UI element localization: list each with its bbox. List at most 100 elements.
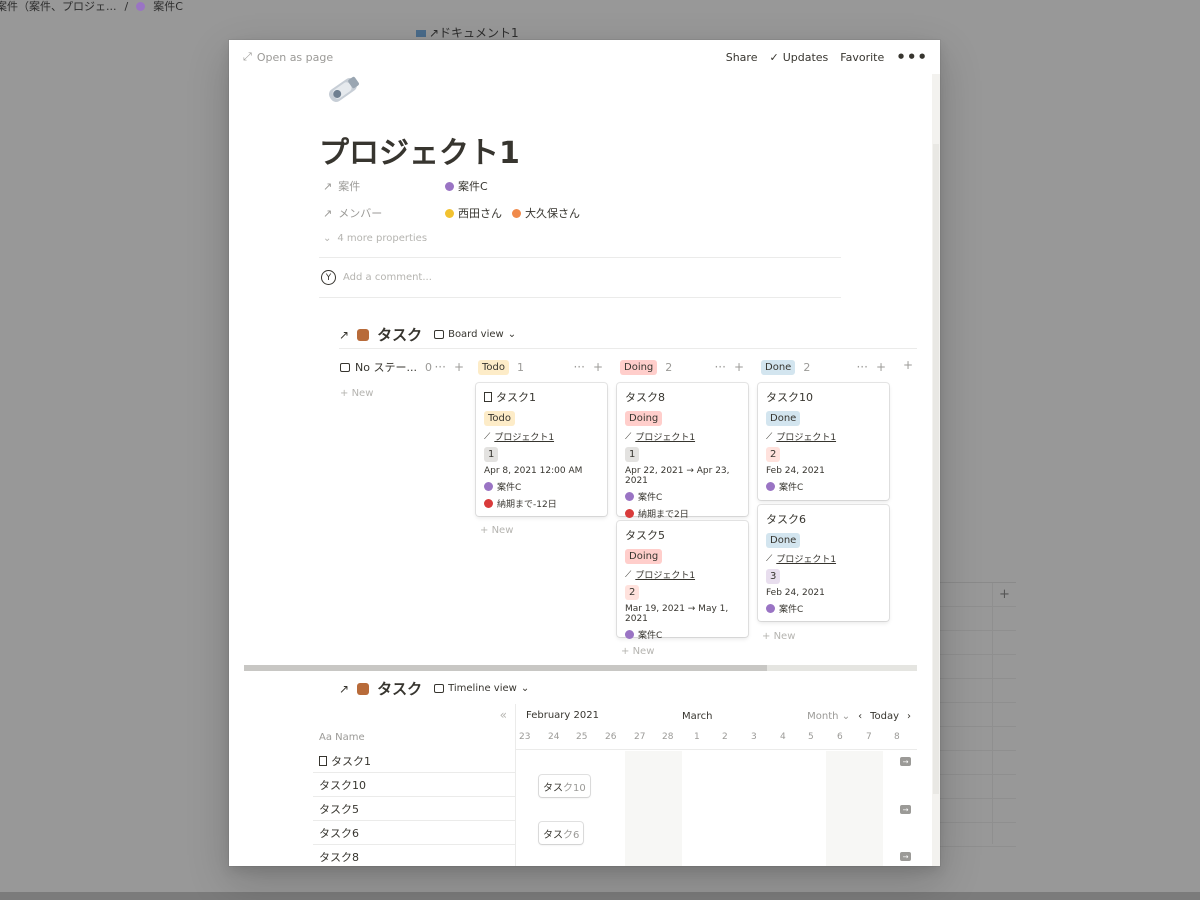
scroll-to-item-icon[interactable]: →: [900, 757, 911, 766]
modal-scrollbar[interactable]: [932, 74, 940, 866]
board-card[interactable]: タスク8 Doing ⟋ プロジェクト1 1 Apr 22, 2021 → Apr…: [617, 383, 748, 520]
project-link[interactable]: プロジェクト1: [494, 430, 554, 443]
board-card[interactable]: タスク5 Doing ⟋ プロジェクト1 2 Mar 19, 2021 → May…: [617, 521, 748, 641]
day-label: 25: [576, 732, 588, 742]
page-peek-modal: ⤢ Open as page Share ✓ Updates Favorite …: [229, 40, 940, 866]
column-add-icon[interactable]: +: [454, 360, 464, 374]
column-more-icon[interactable]: ···: [573, 360, 584, 374]
scroll-to-item-icon[interactable]: →: [900, 805, 911, 814]
timeline-table-panel: « Aa Name タスク1 タスク10 タスク5 タスク6 タスク8: [313, 704, 516, 866]
column-more-icon[interactable]: ···: [714, 360, 725, 374]
column-more-icon[interactable]: ···: [856, 360, 867, 374]
share-button[interactable]: Share: [726, 51, 758, 64]
more-options-icon[interactable]: •••: [896, 48, 928, 66]
expand-icon: ⤢: [243, 50, 252, 63]
relation-value[interactable]: 案件C: [445, 178, 488, 194]
day-label: 8: [894, 732, 900, 742]
updates-button[interactable]: ✓ Updates: [769, 51, 828, 64]
day-label: 4: [780, 732, 786, 742]
divider: [319, 297, 841, 298]
next-icon[interactable]: ›: [907, 711, 911, 722]
board-card[interactable]: タスク1 Todo ⟋ プロジェクト1 1 Apr 8, 2021 12:00 A…: [476, 383, 607, 516]
board-card[interactable]: タスク6 Done ⟋ プロジェクト1 3 Feb 24, 2021 案件C: [758, 505, 889, 621]
board-horizontal-scrollbar[interactable]: [244, 665, 917, 671]
timeline-bar[interactable]: タス ク10: [539, 775, 590, 797]
status-badge: Doing: [625, 549, 663, 564]
chevron-down-icon: ⌄: [323, 233, 332, 244]
new-card-button[interactable]: + New: [340, 388, 373, 399]
database-title[interactable]: タスク: [377, 678, 422, 699]
board-card[interactable]: タスク10 Done ⟋ プロジェクト1 2 Feb 24, 2021 案件C: [758, 383, 889, 500]
page-rocket-icon[interactable]: [321, 72, 367, 104]
timeline-row[interactable]: タスク6: [313, 821, 516, 845]
open-as-page-button[interactable]: ⤢ Open as page: [243, 50, 333, 64]
month-label: March: [682, 711, 713, 722]
timeline-row[interactable]: タスク5: [313, 797, 516, 821]
database-title[interactable]: タスク: [377, 324, 422, 345]
column-more-icon[interactable]: ···: [434, 360, 445, 374]
case-link[interactable]: 案件C: [779, 602, 803, 615]
timeline-row[interactable]: タスク1: [313, 749, 516, 773]
timeline-database-header: ↗ タスク Timeline view ⌄: [339, 678, 529, 699]
divider: [319, 257, 841, 258]
scroll-to-item-icon[interactable]: →: [900, 852, 911, 861]
column-add-icon[interactable]: +: [876, 360, 886, 374]
case-link[interactable]: 案件C: [497, 480, 521, 493]
day-label: 23: [519, 732, 531, 742]
column-add-icon[interactable]: +: [734, 360, 744, 374]
view-switcher[interactable]: Board view ⌄: [434, 329, 516, 340]
property-name: メンバー: [338, 207, 383, 220]
timeline-row[interactable]: タスク10: [313, 773, 516, 797]
case-link[interactable]: 案件C: [638, 490, 662, 503]
chevron-down-icon: ⌄: [507, 329, 517, 340]
scale-select[interactable]: Month ⌄: [807, 711, 850, 722]
crystal-ball-icon: [625, 492, 634, 501]
status-badge: Doing: [620, 359, 658, 375]
member-value[interactable]: 西田さん: [445, 205, 502, 221]
timeline-row[interactable]: タスク8: [313, 845, 516, 866]
breadcrumb-item: 案件C: [153, 0, 183, 13]
alarm-icon: [484, 499, 493, 508]
view-switcher[interactable]: Timeline view ⌄: [434, 683, 529, 694]
new-card-button[interactable]: + New: [621, 646, 654, 657]
property-row-case[interactable]: ↗ 案件 案件C: [323, 178, 488, 194]
breadcrumb-item: 案件（案件、プロジェ...: [0, 0, 117, 13]
horse-icon: [357, 328, 370, 341]
project-link[interactable]: プロジェクト1: [776, 430, 836, 443]
timeline-bar[interactable]: タス ク6: [539, 822, 584, 844]
new-card-button[interactable]: + New: [762, 631, 795, 642]
syringe-icon: ⟋: [766, 553, 773, 564]
project-link[interactable]: プロジェクト1: [635, 430, 695, 443]
favorite-button[interactable]: Favorite: [840, 51, 884, 64]
timeline-months: February 2021 March: [526, 710, 712, 722]
day-header: 23 24 25 26 27 28 1 2 3 4 5 6 7 8: [516, 732, 917, 750]
day-label: 27: [634, 732, 646, 742]
title-property-icon: Aa: [319, 732, 336, 743]
new-card-button[interactable]: + New: [480, 525, 513, 536]
column-add-icon[interactable]: +: [593, 360, 603, 374]
page-title[interactable]: プロジェクト1: [319, 128, 520, 172]
status-badge: Todo: [478, 359, 509, 375]
crystal-ball-icon: [766, 482, 775, 491]
today-button[interactable]: Today: [870, 711, 899, 722]
collapse-table-icon[interactable]: «: [500, 708, 507, 722]
more-properties-toggle[interactable]: ⌄ 4 more properties: [323, 233, 427, 244]
name-column-header[interactable]: Aa Name: [319, 732, 365, 743]
status-badge: Todo: [484, 411, 515, 426]
syringe-icon: ⟋: [625, 569, 632, 580]
case-link[interactable]: 案件C: [779, 480, 803, 493]
comment-input[interactable]: Y Add a comment...: [321, 270, 432, 285]
board-view-icon: [434, 330, 445, 339]
date-value: Feb 24, 2021: [766, 588, 825, 598]
add-column-icon: +: [999, 587, 1010, 602]
project-link[interactable]: プロジェクト1: [776, 552, 836, 565]
case-link[interactable]: 案件C: [638, 628, 662, 641]
date-value: Mar 19, 2021 → May 1, 2021: [625, 604, 729, 624]
prev-icon[interactable]: ‹: [858, 711, 862, 722]
project-link[interactable]: プロジェクト1: [635, 568, 695, 581]
crystal-ball-icon: [766, 604, 775, 613]
add-group-icon[interactable]: +: [903, 358, 913, 372]
linked-db-arrow-icon: ↗: [339, 327, 350, 342]
member-value[interactable]: 大久保さん: [512, 205, 580, 221]
property-row-members[interactable]: ↗ メンバー 西田さん 大久保さん: [323, 205, 580, 221]
